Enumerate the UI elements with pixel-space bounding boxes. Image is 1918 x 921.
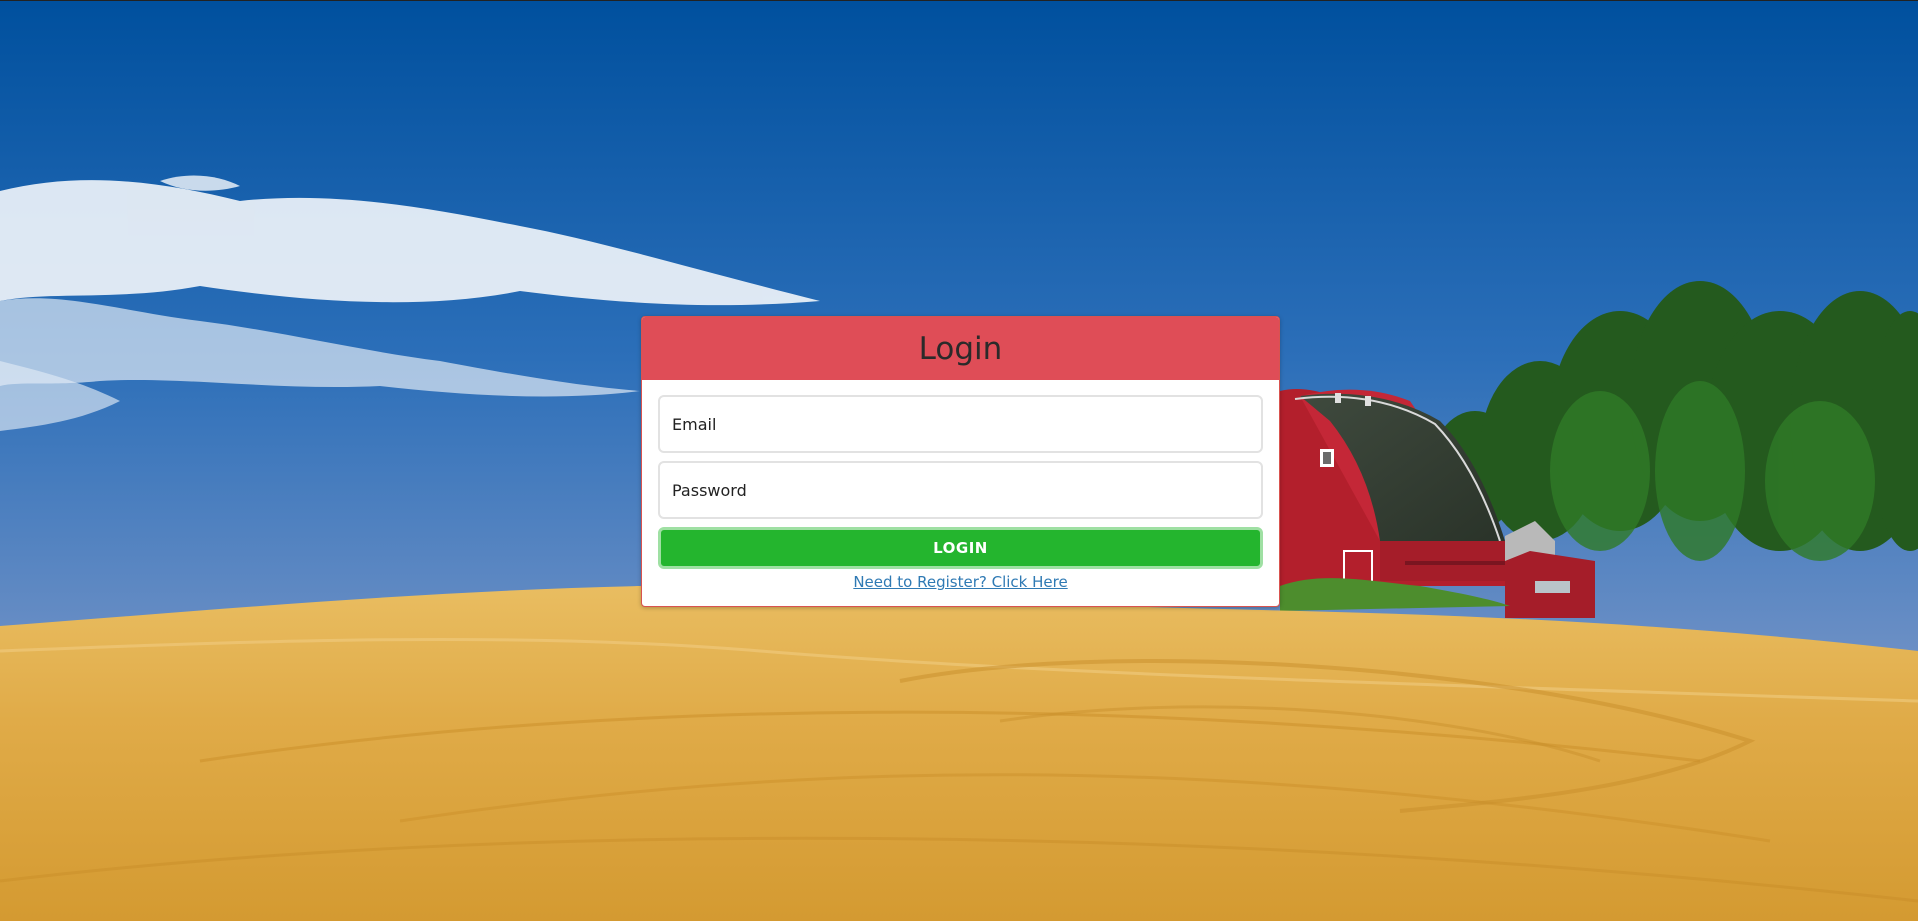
- login-title: Login: [918, 330, 1003, 367]
- login-card-header: Login: [642, 317, 1279, 380]
- login-form: LOGIN Need to Register? Click Here: [642, 380, 1279, 601]
- login-button[interactable]: LOGIN: [658, 527, 1263, 569]
- login-card: Login LOGIN Need to Register? Click Here: [641, 316, 1280, 607]
- password-input[interactable]: [658, 461, 1263, 519]
- register-link-row: Need to Register? Click Here: [658, 572, 1263, 591]
- register-link[interactable]: Need to Register? Click Here: [853, 573, 1067, 591]
- email-input[interactable]: [658, 395, 1263, 453]
